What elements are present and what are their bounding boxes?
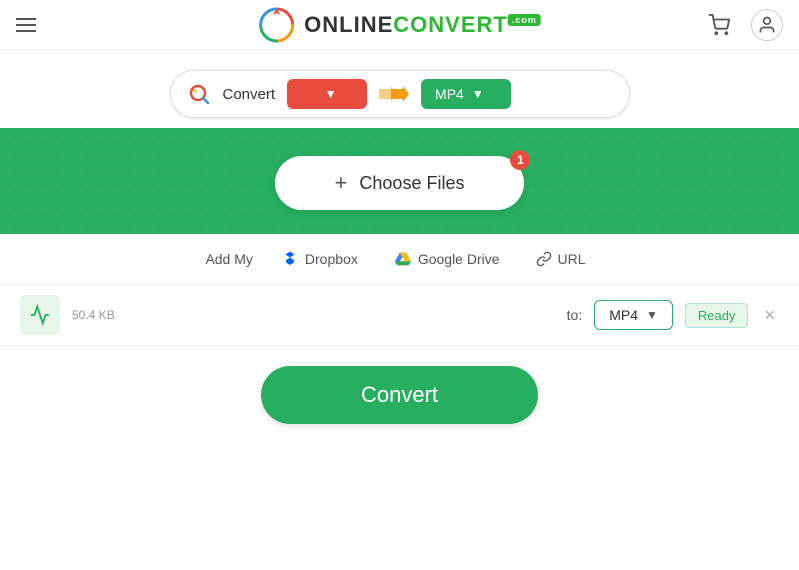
plus-icon: +: [335, 170, 348, 196]
url-button[interactable]: URL: [528, 247, 594, 271]
add-my-section: Add My Dropbox Google Drive URL: [0, 234, 799, 285]
user-avatar-icon[interactable]: [751, 9, 783, 41]
header: ONLINECONVERT.com: [0, 0, 799, 50]
google-drive-button[interactable]: Google Drive: [386, 246, 508, 272]
file-format-dropdown[interactable]: MP4 ▼: [594, 300, 673, 330]
google-drive-icon: [394, 250, 412, 268]
google-drive-label: Google Drive: [418, 251, 500, 267]
header-left: [16, 18, 44, 32]
from-format-value: [301, 86, 317, 102]
choose-files-button[interactable]: + Choose Files 1: [275, 156, 525, 210]
dropbox-button[interactable]: Dropbox: [273, 246, 366, 272]
search-area: Convert ▼ MP4 ▼: [0, 50, 799, 128]
notification-badge: 1: [510, 150, 530, 170]
to-format-chevron: ▼: [472, 87, 484, 101]
file-format-value: MP4: [609, 307, 638, 323]
to-label: to:: [567, 307, 583, 323]
remove-file-button[interactable]: ×: [760, 302, 779, 328]
url-icon: [536, 251, 552, 267]
convert-label: Convert: [223, 86, 276, 103]
from-format-dropdown[interactable]: ▼: [287, 79, 367, 109]
file-thumbnail: [20, 295, 60, 335]
cart-icon[interactable]: [703, 9, 735, 41]
convert-button[interactable]: Convert: [261, 366, 538, 424]
arrows-icon: [379, 84, 409, 104]
hamburger-menu[interactable]: [16, 18, 36, 32]
logo-spinner-icon: [258, 7, 294, 43]
to-format-dropdown[interactable]: MP4 ▼: [421, 79, 511, 109]
logo-text: ONLINECONVERT.com: [304, 12, 541, 38]
search-bar: Convert ▼ MP4 ▼: [170, 70, 630, 118]
dropbox-label: Dropbox: [305, 251, 358, 267]
header-right: [703, 9, 783, 41]
search-icon: [187, 82, 211, 106]
file-size: 50.4 KB: [72, 308, 555, 322]
dropbox-icon: [281, 250, 299, 268]
upload-area: + Choose Files 1: [0, 128, 799, 234]
convert-section: Convert: [0, 346, 799, 444]
from-format-chevron: ▼: [325, 87, 337, 101]
file-row: 50.4 KB to: MP4 ▼ Ready ×: [0, 285, 799, 346]
to-format-value: MP4: [435, 86, 464, 102]
add-my-label: Add My: [205, 251, 252, 267]
ready-badge: Ready: [685, 303, 749, 328]
file-chart-icon: [29, 304, 51, 326]
choose-files-label: Choose Files: [359, 173, 464, 194]
url-label: URL: [558, 251, 586, 267]
logo[interactable]: ONLINECONVERT.com: [258, 7, 541, 43]
file-format-chevron: ▼: [646, 308, 658, 322]
